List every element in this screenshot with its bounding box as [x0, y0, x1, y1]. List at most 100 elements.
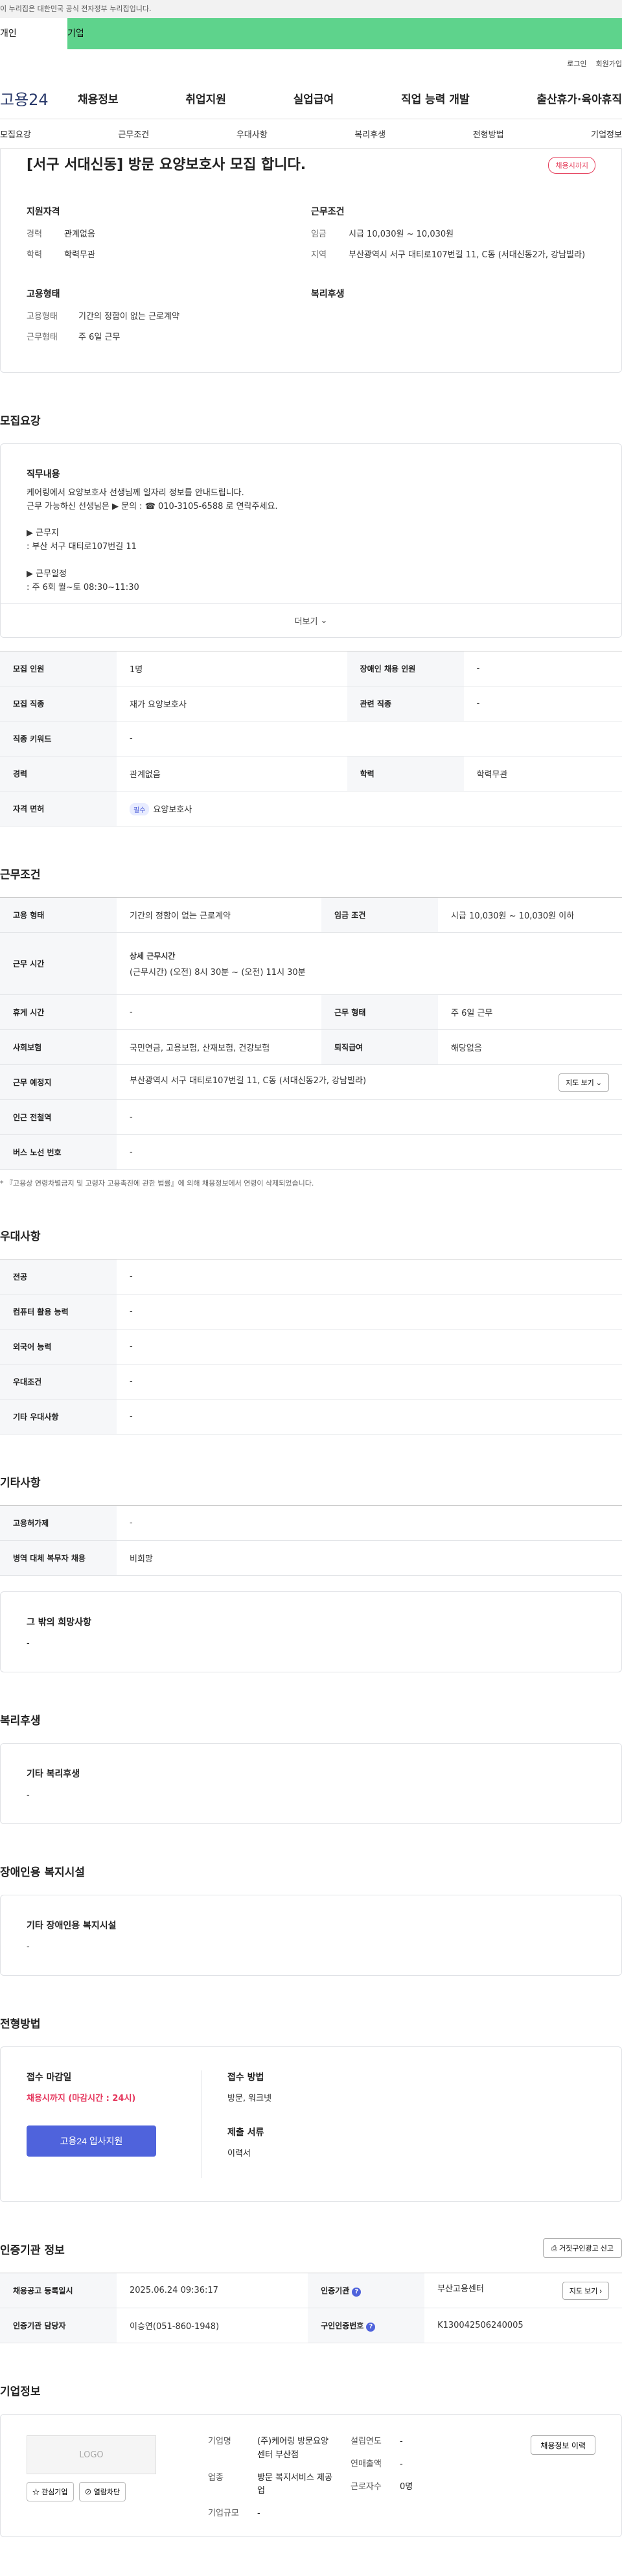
cell-key: 퇴직급여 — [321, 1029, 439, 1065]
table-row: 고용 형태 기간의 정함이 없는 근로계약 임금 조건 시급 10,030원 ~ 10… — [0, 897, 622, 933]
cell-value: - — [117, 721, 622, 756]
table-row: 근무 시간 상세 근무시간 (근무시간) (오전) 8시 30분 ~ (오전) 11… — [0, 932, 622, 995]
gnb-jobs[interactable]: 채용정보 — [78, 90, 119, 106]
recruit-table: 모집 인원 1명 장애인 채용 인원 - 모집 직종 재가 요양보호사 관련 직종 - 직종… — [0, 651, 622, 826]
subnav-recruit[interactable]: 모집요강 — [0, 128, 31, 140]
chevron-right-icon: › — [599, 2287, 602, 2295]
disabled-value: - — [27, 1942, 30, 1952]
cell-key: 구인인증번호? — [308, 2308, 425, 2343]
cell-key: 전공 — [0, 1259, 117, 1294]
recruit-section-title: 모집요강 — [0, 415, 41, 428]
chevron-down-icon: ⌄ — [320, 616, 328, 626]
place-value: 부산광역시 서구 대티로107번길 11, C동 (서대신동2가, 강남빌라) — [130, 1075, 367, 1086]
disabled-section-title: 장애인용 복지시설 — [0, 1866, 86, 1879]
cell-key: 병역 대체 복무자 채용 — [0, 1540, 117, 1576]
cell-value: 해당없음 — [438, 1029, 622, 1065]
company-key: 업종 — [208, 2472, 224, 2483]
cell-key: 외국어 능력 — [0, 1329, 117, 1364]
cond-title: 근무조건 — [311, 207, 345, 217]
gnb-leave[interactable]: 출산휴가·육아휴직 — [536, 90, 622, 106]
cell-key: 인증기관? — [308, 2273, 425, 2308]
cond-key: 임금 — [311, 229, 327, 239]
job-title: [서구 서대신동] 방문 요양보호사 모집 합니다. — [27, 157, 306, 173]
logo[interactable]: 고용24 — [0, 87, 78, 110]
table-row: 직종 키워드 - — [0, 721, 622, 756]
tab-personal[interactable]: 개인 — [0, 18, 67, 49]
cert-title: 인증기관 정보 — [0, 2244, 65, 2257]
subnav-company[interactable]: 기업정보 — [591, 128, 622, 140]
company-value: - — [400, 2459, 403, 2469]
pref-section-title: 우대사항 — [0, 1230, 41, 1243]
cell-key: 근무 예정지 — [0, 1064, 117, 1100]
gnb-training[interactable]: 직업 능력 개발 — [401, 90, 470, 106]
org-value: 부산고용센터 — [437, 2284, 484, 2294]
disabled-sub: 기타 장애인용 복지시설 — [27, 1921, 117, 1931]
subnav-welfare[interactable]: 복리후생 — [354, 128, 386, 140]
gnb-support[interactable]: 취업지원 — [185, 90, 226, 106]
docs-value: 이력서 — [227, 2149, 251, 2159]
cell-key: 경력 — [0, 756, 117, 791]
gnb-benefit[interactable]: 실업급여 — [294, 90, 334, 106]
table-row: 채용공고 등록일시 2025.06.24 09:36:17 인증기관? 부산고용센터 지… — [0, 2273, 622, 2308]
more-button[interactable]: 더보기 ⌄ — [1, 603, 621, 637]
conditions-table: 고용 형태 기간의 정함이 없는 근로계약 임금 조건 시급 10,030원 ~ 10… — [0, 897, 622, 1170]
company-key: 근로자수 — [351, 2481, 382, 2492]
table-row: 고용허가제 - — [0, 1505, 622, 1541]
org-map-button[interactable]: 지도 보기 › — [562, 2281, 609, 2300]
fav-company-button[interactable]: ☆ 관심기업 — [27, 2482, 74, 2501]
time-subtitle: 상세 근무시간 — [130, 951, 176, 961]
cell-value: 상세 근무시간 (근무시간) (오전) 8시 30분 ~ (오전) 11시 30분 — [117, 932, 622, 995]
pref-table: 전공 - 컴퓨터 활용 능력 - 외국어 능력 - 우대조건 - 기타 우대사항 - — [0, 1259, 622, 1434]
help-icon[interactable]: ? — [352, 2287, 362, 2297]
help-icon[interactable]: ? — [366, 2322, 376, 2332]
signup-link[interactable]: 회원가입 — [596, 58, 622, 69]
cell-value: - — [117, 994, 322, 1030]
cell-value: 부산고용센터 지도 보기 › — [424, 2273, 622, 2308]
company-value: - — [400, 2437, 403, 2446]
company-key: 연매출액 — [351, 2459, 382, 2469]
table-row: 인증기관 담당자 이승연(051-860-1948) 구인인증번호? K1300425… — [0, 2308, 622, 2343]
block-icon: ⊘ — [84, 2488, 92, 2496]
method-title: 접수 방법 — [227, 2072, 264, 2083]
time-value: (근무시간) (오전) 8시 30분 ~ (오전) 11시 30분 — [130, 967, 306, 978]
company-key: 기업명 — [208, 2437, 231, 2446]
cell-key: 고용허가제 — [0, 1505, 117, 1541]
cell-value: - — [117, 1294, 622, 1329]
tab-company[interactable]: 기업 — [67, 18, 622, 49]
cell-value: 필수 요양보호사 — [117, 791, 622, 826]
login-link[interactable]: 로그인 — [567, 58, 586, 69]
cell-value: 국민연금, 고용보험, 산재보험, 건강보험 — [117, 1029, 322, 1065]
welfare-sub: 기타 복리후생 — [27, 1769, 80, 1779]
cell-value: - — [117, 1259, 622, 1294]
cell-value: 비희망 — [117, 1540, 622, 1576]
cond-key: 지역 — [311, 250, 327, 260]
welfare-box: 기타 복리후생 - — [0, 1743, 622, 1824]
emp-key: 고용형태 — [27, 312, 58, 322]
subnav-pref[interactable]: 우대사항 — [236, 128, 268, 140]
job-description-box: 직무내용 케어링에서 요양보호사 선생님께 일자리 정보를 안내드립니다. 근무… — [0, 443, 622, 638]
user-type-tabs: 개인 기업 — [0, 18, 622, 49]
block-button[interactable]: ⊘ 열람차단 — [78, 2482, 126, 2501]
subnav-conditions[interactable]: 근무조건 — [118, 128, 149, 140]
apply-button[interactable]: 고용24 입사지원 — [27, 2125, 156, 2157]
cell-key: 기타 우대사항 — [0, 1399, 117, 1434]
history-button[interactable]: 채용정보 이력 — [531, 2435, 595, 2455]
company-box: LOGO ☆ 관심기업 ⊘ 열람차단 기업명 (주)케어링 방문요양센터 부산점 … — [0, 2414, 622, 2537]
gnb-menu: 채용정보 취업지원 실업급여 직업 능력 개발 출산휴가·육아휴직 — [78, 90, 622, 106]
table-row: 사회보험 국민연금, 고용보험, 산재보험, 건강보험 퇴직급여 해당없음 — [0, 1029, 622, 1065]
cell-key: 사회보험 — [0, 1029, 117, 1065]
global-nav: 고용24 채용정보 취업지원 실업급여 직업 능력 개발 출산휴가·육아휴직 — [0, 78, 622, 119]
map-button[interactable]: 지도 보기 ⌄ — [559, 1073, 609, 1092]
table-row: 자격 면허 필수 요양보호사 — [0, 791, 622, 826]
table-row: 버스 노선 번호 - — [0, 1134, 622, 1170]
fav-label: 관심기업 — [41, 2488, 68, 2496]
table-row: 모집 직종 재가 요양보호사 관련 직종 - — [0, 686, 622, 721]
cell-value: 학력무관 — [463, 756, 622, 791]
license-value: 요양보호사 — [153, 804, 192, 815]
table-row: 컴퓨터 활용 능력 - — [0, 1294, 622, 1329]
cert-section-title: 인증기관 정보 ⎙ 거짓구인광고 신고 — [0, 2238, 622, 2258]
subnav-process[interactable]: 전형방법 — [473, 128, 504, 140]
report-button[interactable]: ⎙ 거짓구인광고 신고 — [543, 2238, 622, 2258]
age-note: * 『고용상 연령차별금지 및 고령자 고용촉진에 관한 법률』에 의해 채용정… — [0, 1179, 314, 1188]
cell-value: 기간의 정함이 없는 근로계약 — [117, 897, 322, 933]
